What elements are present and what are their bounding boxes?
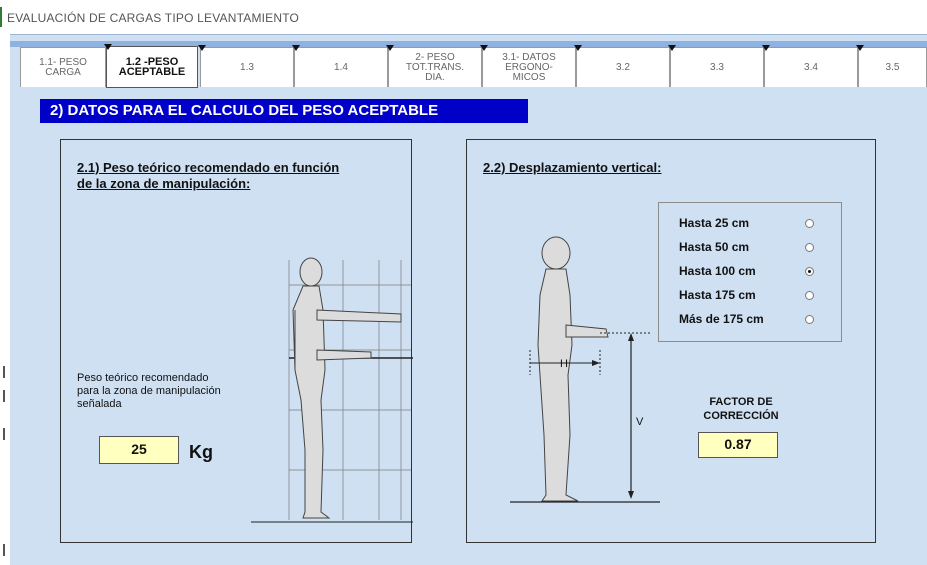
tab-marker-icon <box>198 45 206 51</box>
tab-marker-icon <box>574 45 582 51</box>
tab-bar: 1.1- PESO CARGA 1.2 -PESO ACEPTABLE 1.3 … <box>10 35 927 88</box>
factor-value-field[interactable]: 0.87 <box>698 432 778 458</box>
factor-label-line2: CORRECCIÓN <box>703 410 779 422</box>
radio-button-selected[interactable] <box>805 266 814 276</box>
weight-desc-line3: señalada <box>77 398 122 410</box>
tab-marker-icon <box>104 44 112 50</box>
option-label: Hasta 100 cm <box>679 264 756 278</box>
tab-label: 3.1- DATOS ERGONO- MICOS <box>502 51 556 83</box>
radio-button[interactable] <box>805 218 814 228</box>
rail-mark <box>3 544 5 556</box>
tab-marker-icon <box>386 45 394 51</box>
factor-label-line1: FACTOR DE <box>709 396 773 408</box>
tab-2[interactable]: 2- PESO TOT.TRANS. DIA. <box>386 45 482 87</box>
tab-3-2[interactable]: 3.2 <box>574 45 670 87</box>
panel-title: 2.2) Desplazamiento vertical: <box>483 160 662 175</box>
rail-mark <box>3 366 5 378</box>
rail-mark <box>3 428 5 440</box>
left-rail <box>0 34 10 564</box>
option-hasta-175[interactable]: Hasta 175 cm <box>679 285 839 305</box>
tab-1-1[interactable]: 1.1- PESO CARGA <box>20 47 106 87</box>
title-bar: EVALUACIÓN DE CARGAS TIPO LEVANTAMIENTO <box>0 0 927 35</box>
vertical-displacement-figure-icon: H V <box>510 236 660 503</box>
tab-3-4[interactable]: 3.4 <box>762 45 858 87</box>
tab-label: 2- PESO TOT.TRANS. DIA. <box>405 51 465 83</box>
tab-3-1[interactable]: 3.1- DATOS ERGONO- MICOS <box>480 45 576 87</box>
tab-1-2[interactable]: 1.2 -PESO ACEPTABLE <box>104 44 198 88</box>
tab-marker-icon <box>668 45 676 51</box>
tab-3-3[interactable]: 3.3 <box>668 45 764 87</box>
tab-marker-icon <box>292 45 300 51</box>
option-label: Hasta 50 cm <box>679 240 750 254</box>
radio-button[interactable] <box>805 290 814 300</box>
weight-desc-line2: para la zona de manipulación <box>77 385 221 397</box>
tab-1-4[interactable]: 1.4 <box>292 45 388 87</box>
option-hasta-50[interactable]: Hasta 50 cm <box>679 237 839 257</box>
displacement-options: Hasta 25 cm Hasta 50 cm Hasta 100 cm Has… <box>658 202 842 342</box>
rail-mark <box>3 390 5 402</box>
option-mas-175[interactable]: Más de 175 cm <box>679 309 839 329</box>
tab-label: 1.1- PESO CARGA <box>39 56 87 78</box>
tab-marker-icon <box>762 45 770 51</box>
tab-1-3[interactable]: 1.3 <box>198 45 294 87</box>
tab-label: 1.4 <box>334 61 348 73</box>
weight-value-field[interactable]: 25 <box>99 436 179 464</box>
option-label: Hasta 25 cm <box>679 216 750 230</box>
zone-figure-icon[interactable] <box>251 250 413 530</box>
radio-button[interactable] <box>805 314 814 324</box>
tab-label: 3.5 <box>885 61 900 73</box>
tab-label: 1.2 -PESO ACEPTABLE <box>118 56 186 78</box>
dimension-v-label: V <box>636 416 644 428</box>
section-header: 2) DATOS PARA EL CALCULO DEL PESO ACEPTA… <box>40 99 528 123</box>
option-hasta-25[interactable]: Hasta 25 cm <box>679 213 839 233</box>
option-label: Hasta 175 cm <box>679 288 756 302</box>
tab-label: 3.2 <box>616 61 630 73</box>
dimension-h-label: H <box>560 358 568 370</box>
radio-button[interactable] <box>805 242 814 252</box>
tab-label: 3.4 <box>804 61 818 73</box>
tab-3-5[interactable]: 3.5 <box>856 45 927 87</box>
panel-title-line1: 2.1) Peso teórico recomendado en función <box>77 160 340 175</box>
weight-desc-line1: Peso teórico recomendado <box>77 372 209 384</box>
tab-marker-icon <box>856 45 864 51</box>
tab-label: 1.3 <box>240 61 254 73</box>
option-label: Más de 175 cm <box>679 312 764 326</box>
tab-label: 3.3 <box>710 61 724 73</box>
form-area: 1.1- PESO CARGA 1.2 -PESO ACEPTABLE 1.3 … <box>10 34 927 565</box>
window-title: EVALUACIÓN DE CARGAS TIPO LEVANTAMIENTO <box>7 11 300 25</box>
title-accent <box>0 7 2 27</box>
panel-title-line2: de la zona de manipulación: <box>77 176 251 191</box>
weight-unit: Kg <box>189 442 213 462</box>
option-hasta-100[interactable]: Hasta 100 cm <box>679 261 839 281</box>
panel-manipulation-zone: 2.1) Peso teórico recomendado en función… <box>60 139 413 543</box>
tab-marker-icon <box>480 45 488 51</box>
